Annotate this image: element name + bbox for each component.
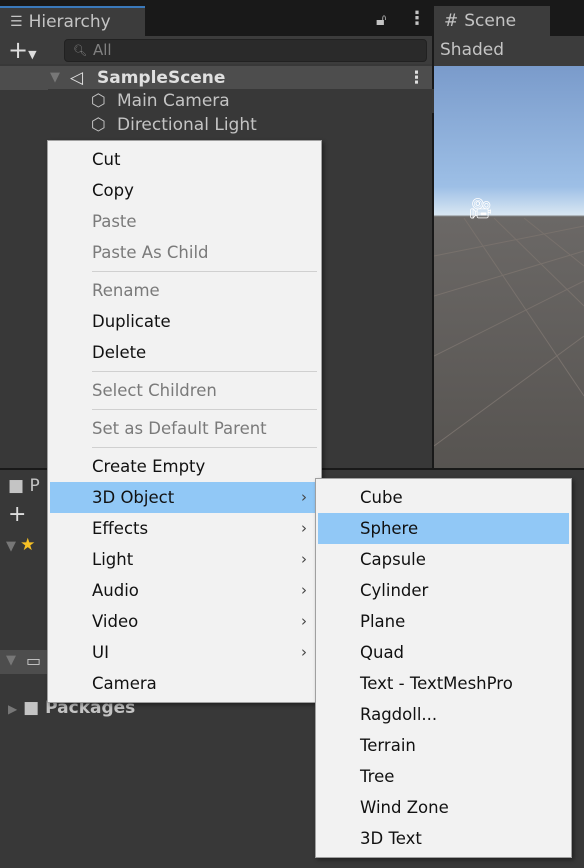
menu-item-paste: Paste	[92, 212, 137, 231]
menu-item-select-children: Select Children	[92, 381, 217, 400]
menu-separator	[50, 268, 319, 275]
menu-item-create-empty[interactable]: Create Empty	[50, 451, 319, 482]
search-icon: 🔍︎	[73, 44, 87, 57]
lock-icon[interactable]: 🔓︎	[376, 10, 386, 30]
menu-item-video[interactable]: Video ›	[50, 606, 319, 637]
menu-item-camera[interactable]: Camera	[50, 668, 319, 699]
submenu-item-cylinder[interactable]: Cylinder	[318, 575, 569, 606]
search-input[interactable]: 🔍︎ All	[64, 39, 427, 62]
submenu-item-sphere[interactable]: Sphere	[318, 513, 569, 544]
cube-icon: ⬡	[91, 115, 106, 135]
chevron-right-icon: ›	[301, 488, 307, 506]
chevron-right-icon: ›	[301, 550, 307, 568]
3d-object-submenu: Cube Sphere Capsule Cylinder Plane Quad Text -…	[315, 478, 572, 858]
hierarchy-item[interactable]: ⬡ Directional Light	[48, 113, 480, 137]
grid-icon: #	[444, 11, 459, 31]
tab-hierarchy[interactable]: ☰ Hierarchy	[0, 6, 145, 36]
submenu-item-quad[interactable]: Quad	[318, 637, 569, 668]
menu-item-audio[interactable]: Audio ›	[50, 575, 319, 606]
menu-item-rename: Rename	[92, 281, 160, 300]
folder-icon: ■	[23, 698, 40, 718]
context-menu: Cut Copy Paste Paste As Child Rename Duplicat…	[47, 140, 322, 703]
menu-item-effects[interactable]: Effects ›	[50, 513, 319, 544]
tab-project[interactable]: ■ P	[8, 476, 40, 496]
submenu-item-ragdoll-[interactable]: Ragdoll...	[318, 699, 569, 730]
list-icon: ☰	[10, 14, 23, 30]
add-dropdown-button[interactable]: +▼	[8, 36, 37, 64]
star-icon: ★	[20, 535, 36, 555]
chevron-right-icon: ›	[301, 581, 307, 599]
submenu-item-text-textmeshpro[interactable]: Text - TextMeshPro	[318, 668, 569, 699]
submenu-item-cube[interactable]: Cube	[318, 482, 569, 513]
menu-item-light[interactable]: Light ›	[50, 544, 319, 575]
chevron-right-icon: ›	[301, 643, 307, 661]
menu-item-cut[interactable]: Cut	[50, 144, 319, 175]
camera-gizmo-icon[interactable]: 🎥︎	[468, 196, 493, 220]
chevron-right-icon: ›	[301, 519, 307, 537]
more-icon[interactable]: ⋮	[408, 8, 426, 29]
menu-separator	[50, 406, 319, 413]
scene-view[interactable]: 🎥︎	[434, 66, 584, 468]
menu-item-duplicate[interactable]: Duplicate	[50, 306, 319, 337]
tab-scene[interactable]: # Scene	[434, 6, 550, 36]
menu-item-copy[interactable]: Copy	[50, 175, 319, 206]
submenu-item-3d-text[interactable]: 3D Text	[318, 823, 569, 854]
assets-row[interactable]: ▼ ▭	[0, 650, 48, 674]
menu-item-set-as-default-parent: Set as Default Parent	[92, 419, 267, 438]
scene-root[interactable]: ▼ ◁ SampleScene ⋮	[0, 66, 432, 90]
menu-item-paste-as-child: Paste As Child	[92, 243, 209, 262]
menu-item-ui[interactable]: UI ›	[50, 637, 319, 668]
submenu-item-capsule[interactable]: Capsule	[318, 544, 569, 575]
unity-icon: ◁	[70, 68, 84, 88]
hierarchy-item[interactable]: ⬡ Main Camera	[48, 89, 480, 113]
submenu-item-terrain[interactable]: Terrain	[318, 730, 569, 761]
expand-arrow-icon[interactable]: ▼ ★	[6, 535, 35, 555]
menu-separator	[50, 368, 319, 375]
expand-arrow-icon[interactable]: ▼	[50, 66, 60, 90]
more-icon[interactable]: ⋮	[408, 66, 425, 90]
menu-item-3d-object[interactable]: 3D Object ›	[50, 482, 319, 513]
chevron-right-icon: ›	[301, 612, 307, 630]
folder-open-icon: ▭	[26, 651, 42, 670]
submenu-item-plane[interactable]: Plane	[318, 606, 569, 637]
menu-item-delete[interactable]: Delete	[50, 337, 319, 368]
menu-separator	[50, 444, 319, 451]
cube-icon: ⬡	[91, 91, 106, 111]
add-dropdown-button[interactable]: +	[8, 502, 26, 527]
folder-icon: ■	[8, 476, 25, 496]
submenu-item-wind-zone[interactable]: Wind Zone	[318, 792, 569, 823]
shading-mode-dropdown[interactable]: Shaded	[440, 40, 504, 60]
submenu-item-tree[interactable]: Tree	[318, 761, 569, 792]
